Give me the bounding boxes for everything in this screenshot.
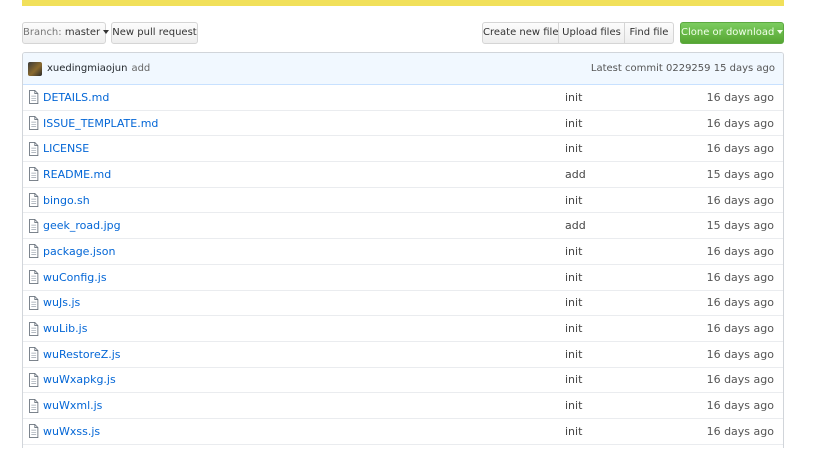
commit-message-link[interactable]: init	[565, 142, 685, 155]
file-row: wuLib.js init 16 days ago	[23, 316, 783, 342]
file-list: xuedingmiaojun add Latest commit 0229259…	[22, 52, 784, 448]
file-age: 16 days ago	[706, 424, 774, 438]
file-icon	[28, 167, 42, 182]
latest-commit-info: Latest commit 0229259 15 days ago	[591, 63, 775, 74]
file-name-link[interactable]: geek_road.jpg	[43, 219, 565, 232]
commit-message-link[interactable]: init	[565, 117, 685, 130]
file-age: 16 days ago	[706, 142, 774, 156]
file-age: 16 days ago	[706, 116, 774, 130]
file-row: README.md add 15 days ago	[23, 162, 783, 188]
commit-message-link[interactable]: init	[565, 425, 685, 438]
commit-message[interactable]: add	[131, 63, 150, 74]
commit-message-link[interactable]: init	[565, 373, 685, 386]
commit-message-link[interactable]: init	[565, 399, 685, 412]
commit-message-link[interactable]: init	[565, 91, 685, 104]
file-name-link[interactable]: wuConfig.js	[43, 271, 565, 284]
file-icon	[28, 424, 42, 439]
file-name-link[interactable]: DETAILS.md	[43, 91, 565, 104]
language-bar[interactable]	[22, 0, 784, 6]
file-row: DETAILS.md init 16 days ago	[23, 85, 783, 111]
commit-message-link[interactable]: init	[565, 194, 685, 207]
file-age: 16 days ago	[706, 193, 774, 207]
file-age: 16 days ago	[706, 244, 774, 258]
file-age: 16 days ago	[706, 296, 774, 310]
file-name-link[interactable]: wuWxapkg.js	[43, 373, 565, 386]
commit-sha[interactable]: 0229259	[666, 63, 711, 74]
commit-message-link[interactable]: init	[565, 245, 685, 258]
file-icon	[28, 270, 42, 285]
commit-age: 15 days ago	[713, 63, 775, 74]
file-icon	[28, 141, 42, 156]
file-icon	[28, 295, 42, 310]
file-row: bingo.sh init 16 days ago	[23, 188, 783, 214]
file-age: 15 days ago	[706, 167, 774, 181]
find-file-button[interactable]: Find file	[624, 22, 674, 44]
commit-author[interactable]: xuedingmiaojun	[47, 63, 127, 74]
file-name-link[interactable]: wuJs.js	[43, 296, 565, 309]
file-row: wuWxss.js init 16 days ago	[23, 419, 783, 445]
file-row: wuConfig.js init 16 days ago	[23, 265, 783, 291]
branch-name: master	[64, 27, 101, 38]
latest-commit-bar: xuedingmiaojun add Latest commit 0229259…	[23, 53, 783, 85]
file-age: 16 days ago	[706, 322, 774, 336]
branch-select-button[interactable]: Branch: master	[22, 22, 110, 44]
file-name-link[interactable]: wuWxml.js	[43, 399, 565, 412]
file-age: 16 days ago	[706, 373, 774, 387]
file-icon	[28, 193, 42, 208]
file-icon	[28, 244, 42, 259]
commit-message-link[interactable]: init	[565, 322, 685, 335]
commit-message-link[interactable]: add	[565, 219, 685, 232]
file-rows: DETAILS.md init 16 days ago ISSUE_TEMPLATE.…	[23, 85, 783, 445]
file-age: 16 days ago	[706, 270, 774, 284]
file-icon	[28, 218, 42, 233]
file-row: wuWxapkg.js init 16 days ago	[23, 368, 783, 394]
clone-or-download-label: Clone or download	[681, 27, 775, 38]
file-name-link[interactable]: package.json	[43, 245, 565, 258]
file-age: 15 days ago	[706, 219, 774, 233]
file-age: 16 days ago	[706, 90, 774, 104]
file-name-link[interactable]: bingo.sh	[43, 194, 565, 207]
file-row: geek_road.jpg add 15 days ago	[23, 213, 783, 240]
caret-down-icon	[103, 30, 110, 34]
commit-message-link[interactable]: add	[565, 168, 685, 181]
file-name-link[interactable]: README.md	[43, 168, 565, 181]
avatar[interactable]	[28, 61, 42, 76]
file-age: 16 days ago	[706, 347, 774, 361]
clone-or-download-button[interactable]: Clone or download	[680, 22, 784, 44]
commit-message-link[interactable]: init	[565, 296, 685, 309]
file-name-link[interactable]: wuRestoreZ.js	[43, 348, 565, 361]
file-icon	[28, 321, 42, 336]
file-icon	[28, 90, 42, 105]
commit-message-link[interactable]: init	[565, 348, 685, 361]
commit-message-link[interactable]: init	[565, 271, 685, 284]
file-name-link[interactable]: wuWxss.js	[43, 425, 565, 438]
file-name-link[interactable]: LICENSE	[43, 142, 565, 155]
latest-commit-label: Latest commit	[590, 63, 663, 74]
create-new-file-button[interactable]: Create new file	[482, 22, 559, 44]
file-icon	[28, 347, 42, 362]
new-pull-request-button[interactable]: New pull request	[111, 22, 198, 44]
file-row: ISSUE_TEMPLATE.md init 16 days ago	[23, 111, 783, 137]
caret-down-icon	[777, 30, 784, 34]
file-row: wuWxml.js init 16 days ago	[23, 393, 783, 419]
file-row: wuRestoreZ.js init 16 days ago	[23, 342, 783, 368]
file-name-link[interactable]: ISSUE_TEMPLATE.md	[43, 117, 565, 130]
file-row: LICENSE init 16 days ago	[23, 136, 783, 163]
file-icon	[28, 372, 42, 387]
file-row: package.json init 16 days ago	[23, 239, 783, 265]
upload-files-button[interactable]: Upload files	[558, 22, 625, 44]
file-icon	[28, 398, 42, 413]
file-name-link[interactable]: wuLib.js	[43, 322, 565, 335]
file-age: 16 days ago	[706, 399, 774, 413]
file-row: wuJs.js init 16 days ago	[23, 291, 783, 317]
file-icon	[28, 116, 42, 131]
branch-prefix: Branch:	[23, 27, 62, 38]
